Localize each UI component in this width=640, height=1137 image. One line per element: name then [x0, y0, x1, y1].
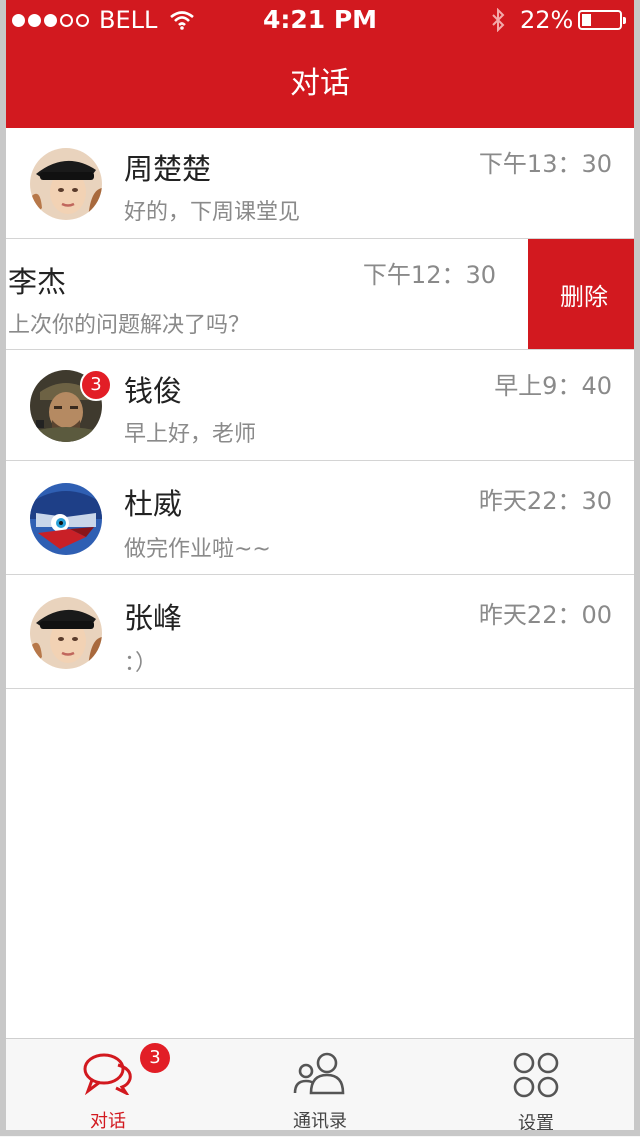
contact-name: 李杰: [8, 265, 67, 299]
tab-contacts[interactable]: 通讯录: [220, 1039, 420, 1137]
message-time: 昨天22：30: [478, 487, 612, 515]
contact-name: 钱俊: [124, 374, 183, 408]
contacts-icon: [293, 1052, 345, 1095]
tab-settings[interactable]: 设置: [436, 1039, 636, 1137]
battery-percent: 22%: [520, 6, 574, 34]
message-time: 早上9：40: [494, 372, 612, 400]
last-message: 上次你的问题解决了吗？: [8, 313, 251, 338]
contact-name: 张峰: [124, 601, 183, 635]
conversation-row[interactable]: 3 钱俊 早上好，老师 早上9：40: [0, 350, 640, 461]
avatar: [30, 483, 102, 555]
message-time: 下午12：30: [362, 261, 496, 289]
status-bar: BELL 4:21 PM 22%: [0, 0, 640, 40]
tab-bar: 3 对话 通讯录 设置: [0, 1038, 640, 1137]
contact-name: 周楚楚: [124, 152, 212, 186]
nav-bar: BELL 4:21 PM 22% 对话: [0, 0, 640, 128]
last-message: 早上好，老师: [124, 422, 257, 447]
unread-badge: 3: [80, 369, 112, 401]
last-message: ：）: [124, 651, 158, 676]
conversation-row[interactable]: 李杰 上次你的问题解决了吗？ 下午12：30 删除: [0, 239, 640, 350]
frame-left: [0, 0, 6, 1136]
last-message: 做完作业啦~~: [124, 537, 271, 562]
conversation-row[interactable]: 周楚楚 好的，下周课堂见 下午13：30: [0, 128, 640, 239]
message-time: 昨天22：00: [478, 601, 612, 629]
conversation-row[interactable]: 杜威 做完作业啦~~ 昨天22：30: [0, 461, 640, 575]
avatar: [30, 148, 102, 220]
bluetooth-icon: [492, 8, 505, 32]
last-message: 好的，下周课堂见: [124, 200, 301, 225]
tab-badge: 3: [140, 1043, 170, 1073]
avatar: [30, 597, 102, 669]
page-title: 对话: [290, 66, 350, 101]
contact-name: 杜威: [124, 487, 183, 521]
conversation-list: 周楚楚 好的，下周课堂见 下午13：30 李杰 上次你的问题解决了吗？ 下午12…: [0, 128, 640, 689]
message-time: 下午13：30: [478, 150, 612, 178]
chat-icon: [83, 1053, 132, 1095]
frame-right: [634, 0, 640, 1136]
tab-chats[interactable]: 3 对话: [8, 1039, 208, 1137]
delete-button[interactable]: 删除: [528, 239, 640, 349]
settings-icon: [513, 1052, 559, 1098]
frame-bottom: [0, 1130, 640, 1136]
conversation-row[interactable]: 张峰 ：） 昨天22：00: [0, 575, 640, 689]
battery-icon: [578, 10, 626, 30]
